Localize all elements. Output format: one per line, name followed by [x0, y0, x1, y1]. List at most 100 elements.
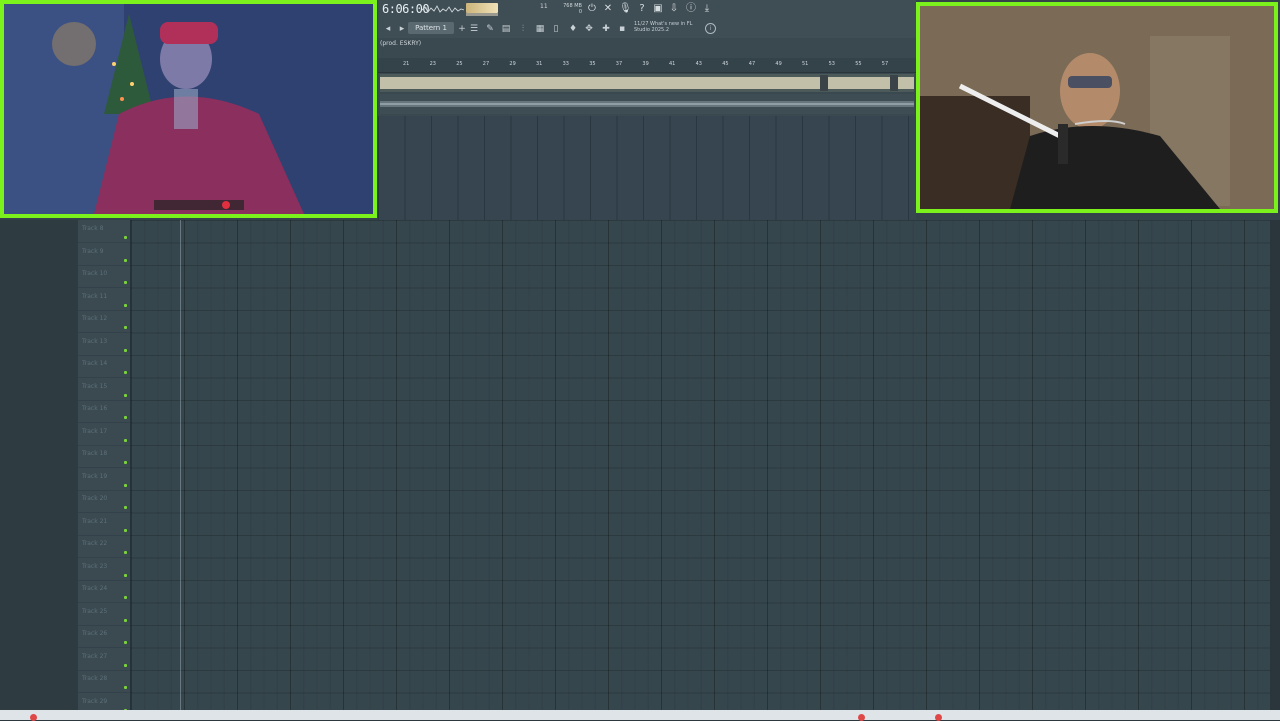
- brush-icon[interactable]: ✎: [484, 23, 496, 35]
- track-label: Track 21: [82, 517, 108, 525]
- track-label: Track 29: [82, 697, 108, 705]
- master-volume-meter[interactable]: [466, 3, 498, 13]
- vertical-scrollbar[interactable]: [1270, 220, 1280, 710]
- track-label: Track 18: [82, 450, 108, 457]
- track-header[interactable]: Track 17: [78, 423, 130, 446]
- track-mute-led[interactable]: [124, 236, 127, 239]
- paint-icon[interactable]: ✚: [600, 23, 612, 35]
- pattern-arrow-icon[interactable]: ▸: [396, 23, 408, 35]
- track-label: Track 20: [82, 495, 108, 502]
- track-mute-led[interactable]: [124, 371, 127, 374]
- ruler-bar-number: 47: [748, 61, 756, 67]
- track-label: Track 28: [82, 675, 108, 682]
- ruler-bar-number: 29: [509, 61, 516, 67]
- track-mute-led[interactable]: [124, 303, 127, 307]
- track-mute-led[interactable]: [124, 551, 127, 554]
- track-label: Track 19: [82, 472, 108, 480]
- pick-icon[interactable]: ✥: [583, 23, 595, 35]
- track-mute-led[interactable]: [124, 281, 127, 284]
- piano-roll-icon[interactable]: ▦: [534, 23, 546, 35]
- timeline-grid[interactable]: [378, 116, 916, 220]
- track-header[interactable]: Track 18: [78, 445, 130, 468]
- track-header[interactable]: Track 8: [78, 220, 130, 243]
- info-icon[interactable]: ⓘ: [685, 3, 697, 15]
- track-header[interactable]: Track 24: [78, 580, 130, 603]
- track-header[interactable]: Track 21: [78, 513, 130, 536]
- track-header[interactable]: Track 15: [78, 378, 130, 401]
- track-mute-led[interactable]: [124, 641, 127, 644]
- play-mode-icon[interactable]: ◂: [382, 23, 394, 35]
- export-icon[interactable]: ⇩: [668, 3, 680, 15]
- track-header[interactable]: Track 26: [78, 625, 130, 648]
- audio-clip-lower[interactable]: [380, 94, 914, 114]
- track-header[interactable]: Track 23: [78, 558, 130, 581]
- track-mute-led[interactable]: [124, 483, 127, 487]
- webcam-right: [916, 2, 1278, 213]
- download-icon[interactable]: ⤓: [701, 3, 713, 15]
- track-header[interactable]: Track 12: [78, 310, 130, 333]
- track-mute-led[interactable]: [124, 258, 127, 262]
- track-mute-led[interactable]: [124, 326, 127, 329]
- track-mute-led[interactable]: [124, 573, 127, 577]
- track-header[interactable]: Track 11: [78, 288, 130, 311]
- pattern-selector[interactable]: Pattern 1: [408, 22, 454, 34]
- ruler-bar-number: 25: [456, 61, 463, 67]
- track-header[interactable]: Track 25: [78, 603, 130, 626]
- track-mute-led[interactable]: [124, 438, 127, 442]
- ruler-bar-number: 27: [482, 61, 490, 67]
- ruler-bar-number: 53: [828, 61, 835, 67]
- track-header[interactable]: Track 16: [78, 400, 130, 423]
- plugin-icon[interactable]: ♦: [567, 23, 579, 35]
- mixer-icon[interactable]: ⫶: [517, 23, 529, 35]
- track-header[interactable]: Track 14: [78, 355, 130, 378]
- track-mute-led[interactable]: [124, 663, 127, 667]
- browser-panel: [0, 220, 78, 710]
- track-header[interactable]: Track 28: [78, 670, 130, 693]
- track-label: Track 10: [82, 270, 108, 277]
- ruler-bar-number: 55: [855, 61, 862, 67]
- track-header[interactable]: Track 13: [78, 333, 130, 356]
- playhead[interactable]: [180, 220, 181, 710]
- ruler-bar-number: 43: [695, 61, 702, 67]
- track-mute-led[interactable]: [124, 686, 127, 689]
- track-label: Track 24: [82, 585, 108, 592]
- track-mute-led[interactable]: [124, 348, 127, 352]
- news-ticker[interactable]: 11/27 What's new in FL Studio 2025.2: [634, 21, 704, 33]
- playlist-icon[interactable]: ☰: [468, 23, 480, 35]
- mic-icon[interactable]: 🎙: [619, 3, 632, 15]
- track-header[interactable]: Track 22: [78, 535, 130, 558]
- track-header[interactable]: Track 20: [78, 490, 130, 513]
- audio-clip[interactable]: [380, 74, 914, 92]
- cpu-icon[interactable]: ▪: [616, 23, 628, 35]
- track-header[interactable]: Track 27: [78, 648, 130, 671]
- ruler-bar-number: 45: [722, 61, 729, 67]
- webcam-right-image: [920, 6, 1274, 209]
- track-headers: Track 8 Track 9 Track 10 Track 11 Track 12 Tr…: [78, 220, 131, 716]
- power-icon[interactable]: ⏻: [586, 3, 598, 15]
- track-mute-led[interactable]: [124, 393, 127, 397]
- track-label: Track 26: [82, 630, 108, 637]
- track-label: Track 9: [82, 247, 104, 255]
- track-label: Track 17: [82, 427, 108, 435]
- track-mute-led[interactable]: [124, 528, 127, 532]
- track-mute-led[interactable]: [124, 461, 127, 464]
- news-info-icon[interactable]: i: [705, 23, 716, 34]
- browser-icon[interactable]: ▯: [550, 23, 562, 35]
- track-header[interactable]: Track 10: [78, 265, 130, 288]
- save-icon[interactable]: ▣: [652, 3, 664, 15]
- help-icon[interactable]: ?: [636, 3, 648, 15]
- track-mute-led[interactable]: [124, 618, 127, 622]
- ruler-bar-number: 41: [669, 61, 676, 67]
- track-mute-led[interactable]: [124, 596, 127, 599]
- track-label: Track 16: [82, 405, 108, 412]
- track-header[interactable]: Track 19: [78, 468, 130, 491]
- track-mute-led[interactable]: [124, 416, 127, 419]
- track-header[interactable]: Track 9: [78, 243, 130, 266]
- playlist-grid[interactable]: [131, 220, 1270, 710]
- channel-rack-icon[interactable]: ▤: [500, 23, 512, 35]
- add-pattern-icon[interactable]: +: [456, 23, 468, 35]
- close-x-icon[interactable]: ✕: [602, 3, 614, 15]
- track-label: Track 14: [82, 360, 108, 367]
- ruler-bar-number: 35: [589, 61, 596, 67]
- track-mute-led[interactable]: [124, 506, 127, 509]
